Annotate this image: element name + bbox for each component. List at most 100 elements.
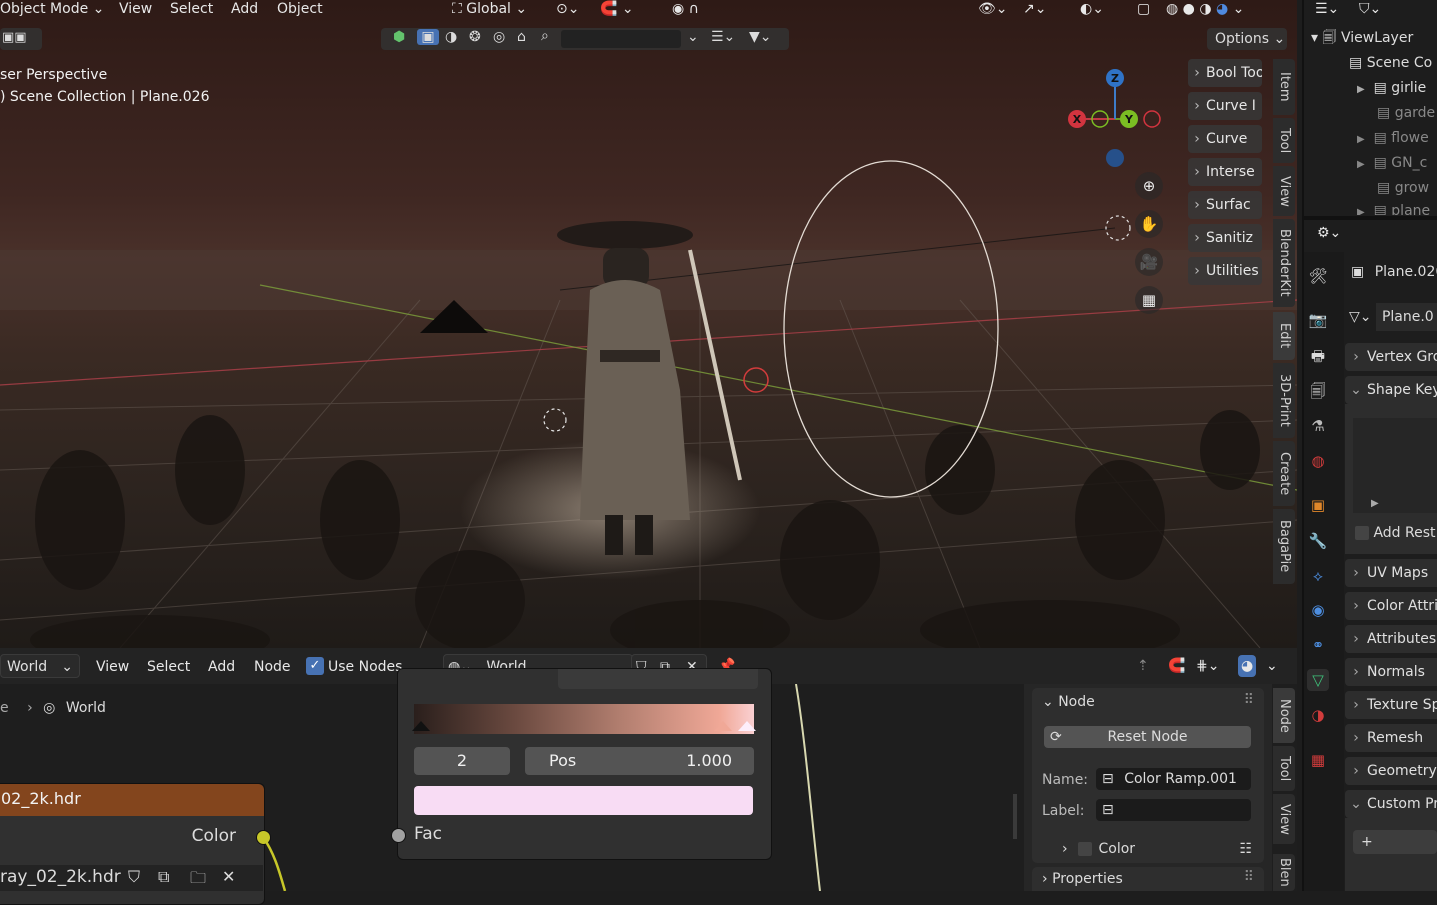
ne-vtab-tool[interactable]: Tool bbox=[1273, 746, 1295, 791]
section-attributes[interactable]: › Attributes bbox=[1345, 625, 1437, 653]
section-color-attributes[interactable]: › Color Attri bbox=[1345, 592, 1437, 620]
vtab-blenderkit[interactable]: BlenderKit bbox=[1273, 219, 1295, 307]
color-checkbox[interactable] bbox=[1078, 842, 1093, 856]
outliner-item[interactable]: ▶ ▤ plane bbox=[1357, 199, 1430, 215]
pivot-point-icon[interactable]: ⊙⌄ bbox=[556, 0, 579, 18]
mode-select[interactable]: Object Mode ⌄ bbox=[0, 0, 104, 18]
properties-editor-type-icon[interactable]: ⚙⌄ bbox=[1317, 224, 1341, 242]
checkbox[interactable] bbox=[1355, 526, 1369, 540]
filter-icon[interactable]: ⛉⌄ bbox=[1359, 0, 1381, 18]
world-icon[interactable]: ◎ bbox=[493, 29, 505, 45]
npanel-curve[interactable]: › Curve bbox=[1188, 125, 1262, 153]
zoom-icon[interactable]: ⊕ bbox=[1135, 172, 1163, 200]
section-texture-space[interactable]: › Texture Sp bbox=[1345, 691, 1437, 719]
vtab-3d-print[interactable]: 3D-Print bbox=[1273, 363, 1295, 438]
ramp-stop-black[interactable] bbox=[412, 721, 430, 731]
npanel-sanitize[interactable]: › Sanitiz bbox=[1188, 224, 1262, 252]
menu-add[interactable]: Add bbox=[231, 0, 258, 18]
view-layer-icon[interactable]: 🗐 bbox=[1307, 380, 1329, 402]
overlay-toggle-icon[interactable]: ◐⌄ bbox=[1080, 0, 1104, 18]
vtab-tool[interactable]: Tool bbox=[1273, 118, 1295, 163]
section-remesh[interactable]: › Remesh bbox=[1345, 724, 1437, 752]
reset-node-button[interactable]: ⟳ Reset Node bbox=[1044, 726, 1251, 748]
ne-menu-add[interactable]: Add bbox=[208, 658, 235, 676]
vtab-edit[interactable]: Edit bbox=[1273, 312, 1295, 360]
ne-menu-view[interactable]: View bbox=[96, 658, 129, 676]
ne-menu-node[interactable]: Node bbox=[254, 658, 291, 676]
drag-handle-icon[interactable]: ⠿ bbox=[1244, 692, 1254, 708]
particles-icon[interactable]: ❂ bbox=[469, 29, 481, 45]
proportional-edit-icon[interactable]: ◉ ∩ bbox=[672, 0, 699, 18]
outliner-viewlayer[interactable]: ▾ 🗐 ViewLayer bbox=[1311, 26, 1413, 51]
dropdown-icon[interactable]: ⌄ bbox=[687, 29, 699, 45]
select-mode-buttons[interactable]: ▣▣ bbox=[0, 28, 42, 50]
shader-type-dropdown[interactable]: World ⌄ bbox=[0, 654, 80, 678]
material-icon[interactable]: ◑ bbox=[1307, 704, 1329, 726]
search-input[interactable] bbox=[561, 30, 681, 48]
transform-orientation[interactable]: ⛶ Global ⌄ bbox=[452, 0, 527, 18]
section-custom-properties[interactable]: ⌄ Custom Pr bbox=[1345, 790, 1437, 818]
particles-icon[interactable]: ⟡ bbox=[1307, 565, 1329, 587]
npanel-intersect[interactable]: › Interse bbox=[1188, 158, 1262, 186]
section-vertex-groups[interactable]: › Vertex Gro bbox=[1345, 343, 1437, 371]
modifier-wrench-icon[interactable]: 🔧 bbox=[1307, 530, 1329, 552]
ramp-stop-active[interactable] bbox=[738, 721, 756, 731]
properties-panel[interactable]: › Properties ⠿ bbox=[1032, 867, 1264, 891]
3d-viewport[interactable]: Object Mode ⌄ View Select Add Object ⛶ G… bbox=[0, 0, 1297, 648]
section-geometry-data[interactable]: › Geometry bbox=[1345, 757, 1437, 785]
vtab-bagapie[interactable]: BagaPie bbox=[1273, 509, 1295, 584]
add-rest-position[interactable]: Add Rest bbox=[1355, 525, 1436, 541]
overlay-toggle-icon[interactable]: ◕ bbox=[1238, 655, 1257, 677]
color-ramp-node[interactable]: 2 Pos 1.000 Fac bbox=[391, 668, 772, 860]
vtab-item[interactable]: Item bbox=[1273, 59, 1295, 115]
outliner-item[interactable]: ▶ ▤ GN_c bbox=[1357, 151, 1427, 176]
texture-icon[interactable]: ▦ bbox=[1307, 749, 1329, 771]
section-normals[interactable]: › Normals bbox=[1345, 658, 1437, 686]
filter-icon[interactable]: ▼⌄ bbox=[749, 29, 772, 45]
scene-icon[interactable]: ⌂ bbox=[517, 29, 526, 45]
section-shape-keys[interactable]: ⌄ Shape Key bbox=[1345, 376, 1437, 404]
outliner-item[interactable]: ▶ ▤ flowe bbox=[1357, 126, 1429, 151]
ramp-stop-color-swatch[interactable] bbox=[414, 786, 753, 815]
outliner-item[interactable]: ▤ grow bbox=[1377, 176, 1429, 201]
scene-icon[interactable]: ⚗ bbox=[1307, 415, 1329, 437]
vtab-view[interactable]: View bbox=[1273, 166, 1295, 216]
tool-icon[interactable]: 🛠 bbox=[1307, 265, 1329, 287]
mesh-data-icon[interactable]: ▽ bbox=[1307, 669, 1329, 691]
menu-object[interactable]: Object bbox=[277, 0, 323, 18]
object-filter-icon[interactable]: ▣ bbox=[417, 29, 439, 45]
ne-vtab-blenderkit[interactable]: Blen bbox=[1273, 854, 1295, 891]
snap-icon[interactable]: 🧲 bbox=[1168, 657, 1185, 675]
display-mode-icon[interactable]: ☰⌄ bbox=[1315, 0, 1339, 18]
render-icon[interactable]: 📷 bbox=[1307, 309, 1329, 331]
gizmo-toggle-icon[interactable]: ↗⌄ bbox=[1023, 0, 1046, 18]
visibility-icon[interactable]: 👁⌄ bbox=[978, 0, 1008, 18]
options-dropdown[interactable]: Options ⌄ bbox=[1207, 28, 1287, 50]
label-field[interactable]: ⊟ bbox=[1096, 799, 1251, 821]
drag-handle-icon[interactable]: ⠿ bbox=[1244, 869, 1254, 885]
mesh-datablock-row[interactable]: ▽⌄ Plane.0 bbox=[1345, 303, 1437, 331]
add-property-button[interactable]: + bbox=[1353, 830, 1437, 854]
color-ramp-gradient[interactable] bbox=[414, 704, 754, 734]
section-uv-maps[interactable]: › UV Maps bbox=[1345, 559, 1437, 587]
chevron-down-icon[interactable]: ⌄ bbox=[1266, 657, 1278, 675]
physics-icon[interactable]: ◉ bbox=[1307, 599, 1329, 621]
color-palette-icon[interactable]: ⬢ bbox=[393, 29, 405, 45]
ne-menu-select[interactable]: Select bbox=[147, 658, 190, 676]
ramp-stop-position[interactable]: Pos 1.000 bbox=[525, 747, 754, 775]
input-socket-fac[interactable] bbox=[391, 828, 406, 843]
constraints-icon[interactable]: ⚭ bbox=[1307, 634, 1329, 656]
color-subpanel[interactable]: › Color bbox=[1062, 841, 1135, 857]
ramp-stop-peach[interactable] bbox=[714, 721, 732, 731]
ramp-stop-index[interactable]: 2 bbox=[414, 747, 510, 775]
hierarchy-icon[interactable]: ☰⌄ bbox=[711, 29, 735, 45]
parent-node-tree-icon[interactable]: ⇡ bbox=[1137, 657, 1149, 675]
menu-view[interactable]: View bbox=[119, 0, 152, 18]
npanel-curve-tools[interactable]: › Curve I bbox=[1188, 92, 1262, 120]
world-icon[interactable]: ◍ bbox=[1307, 450, 1329, 472]
ramp-mode-dropdowns[interactable] bbox=[558, 669, 758, 689]
ne-vtab-node[interactable]: Node bbox=[1273, 688, 1295, 743]
menu-select[interactable]: Select bbox=[170, 0, 213, 18]
name-field[interactable]: ⊟ Color Ramp.001 bbox=[1096, 768, 1251, 790]
shape-keys-list[interactable]: ▶ bbox=[1353, 418, 1437, 513]
